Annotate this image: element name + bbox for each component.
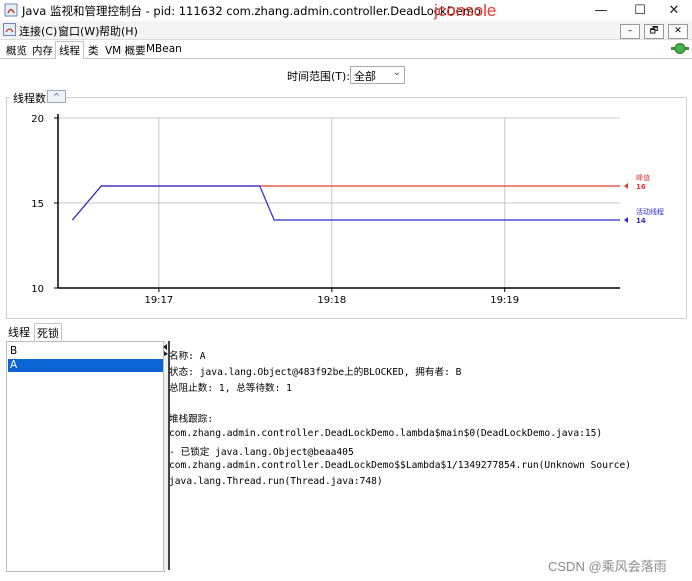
stack-frame: com.zhang.admin.controller.DeadLockDemo$… [169,460,632,471]
thread-detail-panel: 名称: A 状态: java.lang.Object@483f92be上的BLO… [169,341,685,570]
list-item[interactable]: B [8,345,163,358]
list-item[interactable]: A [8,359,163,372]
y-tick-label: 20 [31,114,44,125]
stack-lock-info: - 已锁定 java.lang.Object@beaa405 [169,447,354,458]
subtab-deadlock[interactable]: 死锁 [34,323,62,342]
watermark: CSDN @乘风会落雨 [548,559,667,574]
divider-arrows-icon [163,344,168,356]
legend-name: 峰值 [636,173,650,182]
x-tick-label: 19:17 [144,295,173,306]
thread-count-chart: 10 15 20 19:17 19:18 19:19 峰值16 活动线程14 [31,114,664,306]
y-tick-label: 10 [31,284,44,295]
y-tick-label: 15 [31,199,44,210]
legend-value: 16 [636,183,646,191]
x-tick-label: 19:19 [490,295,519,306]
subtab-threads[interactable]: 线程 [8,324,30,340]
deadlock-thread-list: B A [6,341,165,572]
legend-marker [624,183,628,189]
detail-state: 状态: java.lang.Object@483f92be上的BLOCKED, … [169,367,462,378]
legend-value: 14 [636,217,646,225]
legend-name: 活动线程 [636,207,664,216]
stack-frame: com.zhang.admin.controller.DeadLockDemo.… [169,428,603,439]
x-tick-label: 19:18 [317,295,346,306]
legend-marker [624,217,628,223]
detail-counts: 总阻止数: 1, 总等待数: 1 [169,383,292,394]
detail-stack-heading: 堆栈跟踪: [169,414,214,425]
stack-frame: java.lang.Thread.run(Thread.java:748) [169,476,383,487]
detail-name: 名称: A [169,351,206,362]
